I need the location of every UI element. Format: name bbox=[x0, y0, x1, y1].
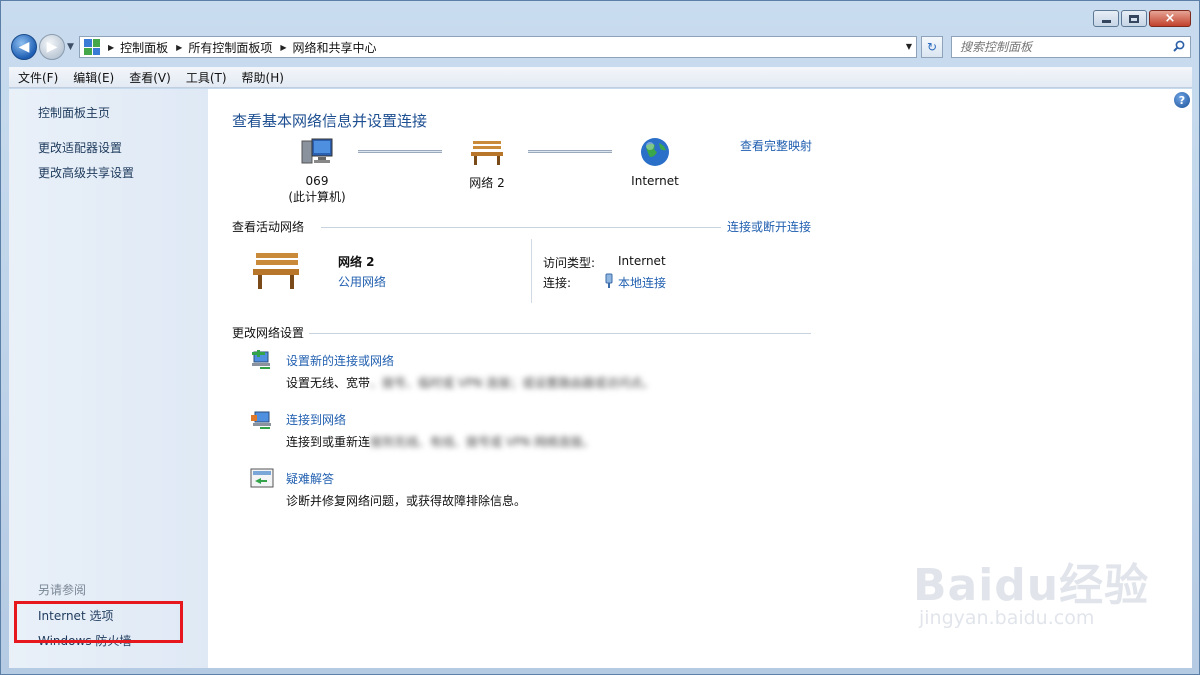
setup-new-connection-description: 设置无线、宽带、拨号、临时或 VPN 连接；或设置路由器或访问点。 bbox=[286, 376, 655, 390]
access-type-value: Internet bbox=[618, 254, 666, 268]
menu-view[interactable]: 查看(V) bbox=[120, 69, 177, 86]
section-divider bbox=[321, 227, 721, 228]
breadcrumb-control-panel[interactable]: 控制面板 bbox=[120, 39, 168, 56]
network-label: 网络 2 bbox=[469, 176, 505, 190]
search-icon[interactable] bbox=[1173, 40, 1185, 52]
connect-to-network-link[interactable]: 连接到网络 bbox=[286, 411, 346, 428]
maximize-icon bbox=[1129, 14, 1139, 23]
globe-icon bbox=[641, 138, 669, 166]
vertical-divider bbox=[531, 239, 532, 303]
menu-edit[interactable]: 编辑(E) bbox=[64, 69, 120, 86]
new-connection-icon bbox=[252, 350, 270, 369]
caption-buttons: × bbox=[1093, 10, 1191, 27]
map-node-computer[interactable]: 069 (此计算机) bbox=[282, 137, 352, 205]
sidebar-link-control-panel-home[interactable]: 控制面板主页 bbox=[38, 104, 110, 121]
refresh-button[interactable]: ↻ bbox=[921, 36, 943, 58]
view-full-map-link[interactable]: 查看完整映射 bbox=[740, 137, 812, 154]
active-networks-heading: 查看活动网络 bbox=[232, 220, 305, 234]
search-box[interactable] bbox=[951, 36, 1191, 58]
back-button[interactable]: ◀ bbox=[11, 34, 37, 60]
watermark-brand: Baidu经验 bbox=[913, 560, 1150, 611]
local-connection-link[interactable]: 本地连接 bbox=[618, 274, 666, 291]
menu-file[interactable]: 文件(F) bbox=[9, 69, 64, 86]
close-button[interactable]: × bbox=[1149, 10, 1191, 27]
arrow-left-icon: ◀ bbox=[18, 39, 30, 55]
recent-pages-dropdown[interactable]: ▼ bbox=[67, 42, 74, 52]
highlight-box bbox=[14, 601, 183, 643]
connection-label: 连接: bbox=[543, 276, 572, 290]
network-adapter-icon bbox=[605, 273, 613, 288]
breadcrumb-chevron-icon[interactable]: ▶ bbox=[108, 43, 114, 52]
internet-label: Internet bbox=[631, 174, 679, 188]
computer-name: 069 bbox=[305, 174, 329, 188]
control-panel-icon bbox=[84, 39, 100, 55]
computer-icon bbox=[301, 138, 333, 164]
search-input[interactable] bbox=[960, 40, 1160, 54]
access-type-label: 访问类型: bbox=[543, 256, 596, 270]
sidebar-link-adapter-settings[interactable]: 更改适配器设置 bbox=[38, 139, 122, 156]
control-panel-window: × ◀ ▶ ▼ ▶ 控制面板 ▶ 所有控制面板项 ▶ 网络和共享中心 ▼ ↻ 文… bbox=[0, 0, 1200, 675]
bench-icon bbox=[471, 141, 503, 165]
section-divider bbox=[309, 333, 811, 334]
minimize-button[interactable] bbox=[1093, 10, 1119, 27]
setup-new-connection-link[interactable]: 设置新的连接或网络 bbox=[286, 352, 394, 369]
connect-to-network-icon bbox=[251, 411, 271, 429]
troubleshoot-description: 诊断并修复网络问题，或获得故障排除信息。 bbox=[286, 494, 527, 508]
map-node-network[interactable]: 网络 2 bbox=[452, 137, 522, 191]
troubleshoot-link[interactable]: 疑难解答 bbox=[286, 470, 334, 487]
computer-caption: (此计算机) bbox=[288, 190, 346, 204]
public-network-bench-icon bbox=[253, 253, 299, 289]
menu-help[interactable]: 帮助(H) bbox=[233, 69, 290, 86]
see-also-heading: 另请参阅 bbox=[38, 583, 87, 597]
forward-button[interactable]: ▶ bbox=[39, 34, 65, 60]
maximize-button[interactable] bbox=[1121, 10, 1147, 27]
address-dropdown-icon[interactable]: ▼ bbox=[906, 42, 912, 51]
breadcrumb-network-center[interactable]: 网络和共享中心 bbox=[293, 39, 377, 56]
troubleshoot-icon bbox=[250, 468, 274, 488]
minimize-icon bbox=[1101, 20, 1111, 23]
sidebar: 控制面板主页 更改适配器设置 更改高级共享设置 另请参阅 Internet 选项… bbox=[9, 89, 208, 668]
baidu-watermark: Baidu经验 jingyan.baidu.com bbox=[913, 549, 1150, 629]
change-settings-heading: 更改网络设置 bbox=[232, 326, 305, 340]
sidebar-link-advanced-sharing[interactable]: 更改高级共享设置 bbox=[38, 164, 134, 181]
breadcrumb-chevron-icon[interactable]: ▶ bbox=[280, 43, 286, 52]
map-connector bbox=[358, 150, 442, 153]
breadcrumb-all-items[interactable]: 所有控制面板项 bbox=[188, 39, 272, 56]
navigation-bar: ◀ ▶ ▼ ▶ 控制面板 ▶ 所有控制面板项 ▶ 网络和共享中心 ▼ ↻ bbox=[1, 32, 1199, 62]
address-bar[interactable]: ▶ 控制面板 ▶ 所有控制面板项 ▶ 网络和共享中心 ▼ bbox=[79, 36, 917, 58]
menu-tools[interactable]: 工具(T) bbox=[177, 69, 233, 86]
close-icon: × bbox=[1164, 11, 1176, 26]
refresh-icon: ↻ bbox=[926, 40, 938, 54]
connect-disconnect-link[interactable]: 连接或断开连接 bbox=[727, 218, 811, 235]
network-type-link[interactable]: 公用网络 bbox=[338, 273, 386, 290]
watermark-url: jingyan.baidu.com bbox=[919, 607, 1095, 629]
menu-bar: 文件(F) 编辑(E) 查看(V) 工具(T) 帮助(H) bbox=[9, 67, 1192, 88]
map-connector bbox=[528, 150, 612, 153]
breadcrumb-chevron-icon[interactable]: ▶ bbox=[176, 43, 182, 52]
arrow-right-icon: ▶ bbox=[46, 39, 58, 55]
active-network-name: 网络 2 bbox=[338, 255, 375, 269]
connect-to-network-description: 连接到或重新连接到无线、有线、拨号或 VPN 网络连接。 bbox=[286, 435, 595, 449]
page-title: 查看基本网络信息并设置连接 bbox=[232, 112, 428, 130]
map-node-internet[interactable]: Internet bbox=[620, 135, 690, 188]
